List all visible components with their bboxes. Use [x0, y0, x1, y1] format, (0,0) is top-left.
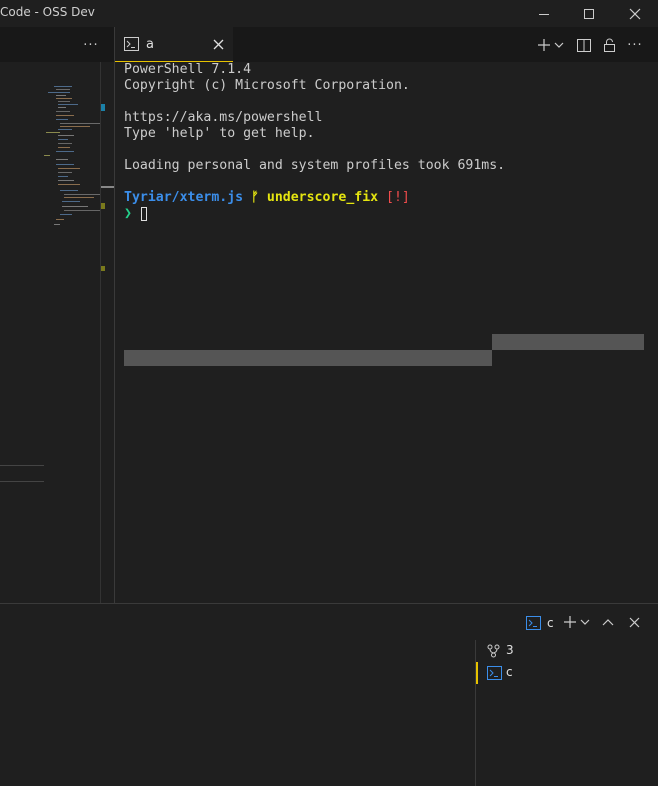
maximize-panel-button[interactable] — [598, 612, 618, 632]
terminal-viewport[interactable] — [115, 62, 658, 603]
maximize-button[interactable] — [566, 0, 612, 27]
tab-terminal-a[interactable]: a — [115, 27, 233, 62]
minimap-overview-ruler — [100, 62, 114, 603]
minimap-scrollbar[interactable] — [100, 62, 101, 603]
terminal-profile-dropdown[interactable] — [553, 34, 565, 56]
minimap-line — [0, 465, 44, 466]
active-terminal-selector[interactable]: c — [526, 613, 562, 633]
terminal-line: Loading personal and system profiles too… — [124, 158, 506, 173]
prompt-path: Tyriar/xterm.js — [124, 190, 244, 205]
minimize-icon — [539, 13, 549, 15]
terminal-line: PowerShell 7.1.4 — [124, 62, 252, 77]
close-icon — [629, 617, 639, 627]
close-icon[interactable] — [213, 39, 224, 50]
prompt-caret: ❯ — [124, 206, 132, 221]
split-editor-button[interactable] — [573, 34, 595, 56]
input-line: ❯ — [124, 206, 132, 222]
active-terminal-label: c — [547, 616, 554, 630]
minimap-line — [0, 481, 44, 482]
terminal-list-item[interactable]: 3 — [476, 640, 658, 662]
selection-highlight — [492, 334, 644, 350]
lock-group-button[interactable] — [598, 34, 620, 56]
overview-ruler-mark — [101, 104, 105, 111]
terminal-line: Copyright (c) Microsoft Corporation. — [124, 78, 410, 93]
split-editor-icon — [577, 38, 591, 52]
prompt-line: Tyriar/xterm.js ᚠ underscore_fix [!] — [124, 190, 410, 206]
more-icon: ··· — [83, 37, 99, 53]
tab-label: a — [146, 37, 154, 52]
chevron-up-icon — [602, 619, 614, 626]
terminal-cursor — [141, 207, 147, 221]
prompt-branch: underscore_fix — [266, 190, 379, 205]
minimize-button[interactable] — [521, 0, 567, 27]
overview-ruler-mark — [101, 266, 105, 271]
git-branch-icon: ᚠ — [251, 190, 259, 205]
close-window-button[interactable] — [612, 0, 658, 27]
prompt-status: [!] — [386, 190, 410, 205]
unlock-icon — [603, 38, 615, 52]
terminal-icon — [487, 666, 502, 680]
plus-icon — [538, 39, 550, 51]
maximize-icon — [584, 8, 594, 19]
terminal-line: Type 'help' to get help. — [124, 126, 315, 141]
selection-highlight — [124, 350, 492, 366]
left-more-actions-button[interactable]: ··· — [80, 34, 102, 56]
close-icon — [629, 8, 641, 19]
overview-ruler-mark — [101, 186, 114, 188]
terminal-list-label: c — [506, 665, 513, 679]
more-icon: ··· — [627, 37, 643, 53]
git-merge-icon — [487, 644, 500, 658]
panel-new-terminal-button[interactable] — [561, 612, 579, 632]
chevron-down-icon — [554, 42, 564, 48]
minimap[interactable] — [40, 80, 102, 240]
chevron-down-icon — [580, 619, 590, 625]
terminal-line: https://aka.ms/powershell — [124, 110, 323, 125]
terminal-list-label: 3 — [506, 643, 514, 657]
panel-profile-dropdown[interactable] — [579, 612, 591, 632]
overview-ruler-mark — [101, 203, 105, 209]
window-title: Code - OSS Dev — [0, 5, 95, 19]
new-terminal-button[interactable] — [534, 34, 554, 56]
terminal-list-item-active[interactable]: c — [478, 662, 658, 684]
more-actions-button[interactable]: ··· — [623, 34, 647, 56]
close-panel-button[interactable] — [624, 612, 644, 632]
plus-icon — [564, 616, 576, 628]
terminal-icon — [124, 37, 139, 51]
terminal-icon — [526, 616, 541, 630]
